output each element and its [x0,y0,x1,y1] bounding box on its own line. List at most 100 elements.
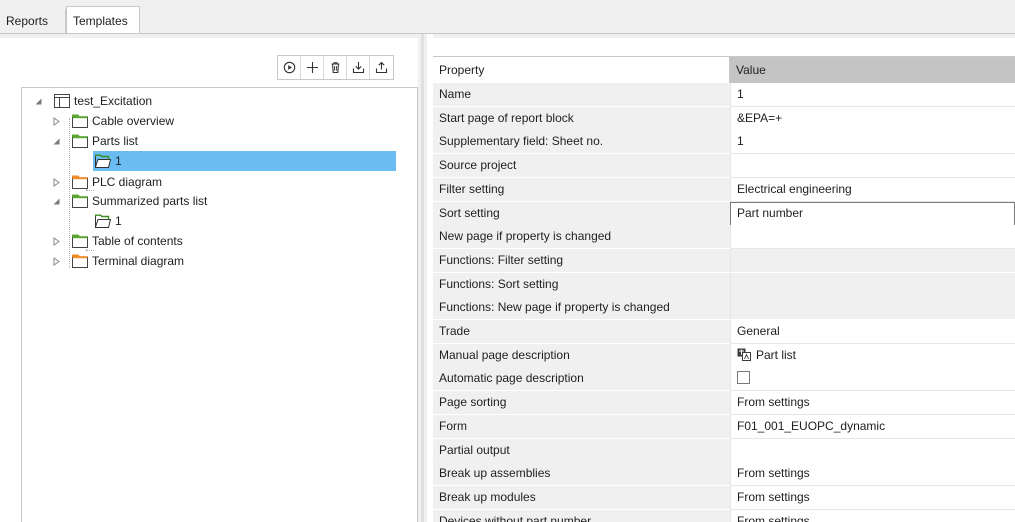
collapsed-arrow-icon[interactable] [52,237,61,246]
tree-item-cable-overview[interactable]: Cable overview [22,111,394,131]
import-button[interactable] [347,56,370,79]
tab-strip: Reports Templates [0,0,1015,34]
tree-item-label: Summarized parts list [92,194,208,208]
import-icon [352,62,364,74]
column-header-value[interactable]: Value [730,57,1015,83]
tree-item-terminal-diagram[interactable]: Terminal diagram [22,251,394,271]
property-value-cell[interactable] [730,154,1015,179]
column-header-property[interactable]: Property [433,57,730,83]
property-value-cell[interactable]: 1 [730,130,1015,155]
property-value-text: 1 [737,134,744,149]
property-row[interactable]: Partial output [433,438,1015,463]
play-icon [283,61,295,74]
automatic-page-description-checkbox[interactable] [737,371,750,385]
property-name-cell: Supplementary field: Sheet no. [433,130,730,155]
tree-item-plc-diagram[interactable]: PLC diagram [22,172,394,192]
property-name-cell: Manual page description [433,343,730,368]
property-name-cell: Break up assemblies [433,462,730,487]
property-row[interactable]: Devices without part number From settings [433,509,1015,522]
tree-item-parts-list[interactable]: Parts list [22,131,394,151]
export-icon [375,61,388,74]
delete-button[interactable] [324,56,347,79]
property-value-text: From settings [737,466,810,481]
property-row[interactable]: Start page of report block &EPA=+ [433,106,1015,131]
property-grid-header: Property Value [433,56,1015,83]
property-value-cell [730,272,1015,297]
property-value-cell[interactable]: F01_001_EUOPC_dynamic [730,414,1015,439]
property-value-text: General [737,324,780,338]
tree-item-parts-list-1[interactable]: 1 [93,151,396,171]
tree-toolbar [277,55,394,80]
collapsed-arrow-icon[interactable] [52,178,61,187]
open-folder-icon [95,214,111,228]
property-row[interactable]: Sort setting Part number [433,201,1015,226]
property-row[interactable]: Supplementary field: Sheet no. 1 [433,130,1015,155]
property-row[interactable]: Functions: Filter setting [433,248,1015,273]
property-value-cell[interactable]: Part number [730,201,1015,226]
property-row[interactable]: Form F01_001_EUOPC_dynamic [433,414,1015,439]
property-value-cell[interactable]: Electrical engineering [730,177,1015,202]
property-row[interactable]: Trade General [433,320,1015,344]
tree-item-test-excitation[interactable]: test_Excitation [22,91,394,111]
property-value-text: Electrical engineering [737,181,852,196]
property-name-cell: Form [433,414,730,439]
property-row[interactable]: Break up assemblies From settings [433,462,1015,487]
property-value-cell[interactable]: From settings [730,509,1015,522]
property-value-cell[interactable] [730,367,1015,392]
property-value-text: F01_001_EUOPC_dynamic [737,418,886,433]
pane-top-band [0,34,418,38]
property-row[interactable]: Break up modules From settings [433,485,1015,510]
property-row[interactable]: Name 1 [433,83,1015,107]
template-tree-pane: test_Excitation Cable overview Parts lis… [0,34,418,522]
property-value-cell[interactable]: From settings [730,462,1015,487]
property-row[interactable]: Source project [433,154,1015,179]
property-name-cell: Automatic page description [433,367,730,392]
property-value-text: From settings [737,395,810,410]
property-value-cell[interactable]: &EPA=+ [730,106,1015,131]
property-value-cell[interactable]: From settings [730,391,1015,416]
property-value-text: From settings [737,513,810,522]
property-row[interactable]: Functions: New page if property is chang… [433,296,1015,321]
pane-splitter[interactable] [418,34,427,522]
template-root-icon [54,94,70,108]
property-value-cell[interactable] [730,438,1015,463]
property-value-text: 1 [737,87,744,101]
tab-templates[interactable]: Templates [66,6,140,34]
folder-icon [72,234,88,248]
expanded-arrow-icon[interactable] [34,97,43,106]
app-window: Reports Templates test_Excitation Cable … [0,0,1015,522]
property-row[interactable]: New page if property is changed [433,225,1015,250]
property-row[interactable]: Page sorting From settings [433,391,1015,416]
tree-item-label: Cable overview [92,114,175,128]
property-row[interactable]: Functions: Sort setting [433,272,1015,297]
add-button[interactable] [301,56,324,79]
property-value-cell [730,296,1015,321]
tab-reports[interactable]: Reports [0,9,66,34]
property-value-cell[interactable]: From settings [730,485,1015,510]
add-icon [306,62,318,73]
property-value-cell[interactable]: 1 [730,83,1015,107]
tree-item-table-of-contents[interactable]: Table of contents [22,231,394,251]
tree-item-summarized-parts-list[interactable]: Summarized parts list [22,191,394,211]
property-row[interactable]: Filter setting Electrical engineering [433,177,1015,202]
property-value-cell[interactable]: General [730,320,1015,344]
folder-icon [72,254,88,268]
property-name-cell: Functions: Sort setting [433,272,730,297]
export-button[interactable] [370,56,393,79]
expanded-arrow-icon[interactable] [52,137,61,146]
tree-item-label: Terminal diagram [92,254,185,268]
template-tree: test_Excitation Cable overview Parts lis… [21,87,418,522]
property-row[interactable]: Manual page description Part list [433,343,1015,368]
expanded-arrow-icon[interactable] [52,197,61,206]
run-button[interactable] [278,56,301,79]
tree-item-label: test_Excitation [74,94,153,108]
tree-item-label: Parts list [92,134,139,148]
tree-item-summarized-parts-list-1[interactable]: 1 [22,211,394,231]
property-value-cell[interactable]: Part list [730,343,1015,368]
collapsed-arrow-icon[interactable] [52,257,61,266]
collapsed-arrow-icon[interactable] [52,117,61,126]
property-name-cell: Filter setting [433,177,730,202]
property-value-cell[interactable] [730,225,1015,250]
property-name-cell: Name [433,83,730,107]
property-row[interactable]: Automatic page description [433,367,1015,392]
